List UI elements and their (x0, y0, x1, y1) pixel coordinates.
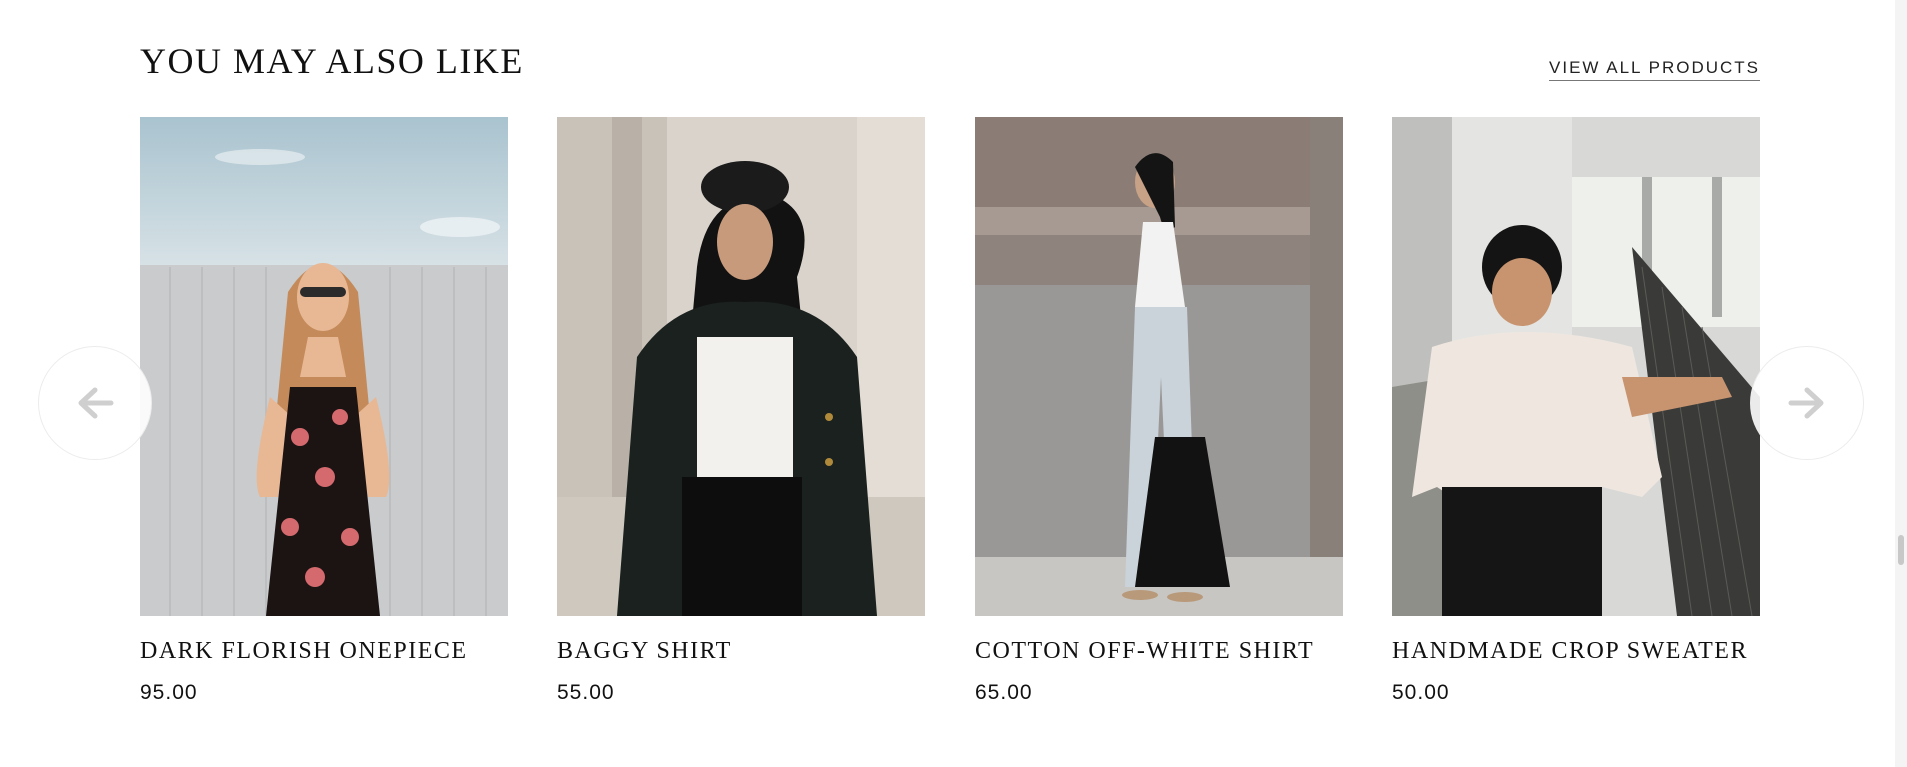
product-price: 95.00 (140, 681, 198, 704)
product-card[interactable]: BAGGY SHIRT 55.00 (557, 117, 925, 705)
product-image[interactable] (975, 117, 1343, 616)
section-title: YOU MAY ALSO LIKE (140, 41, 524, 81)
product-price: 50.00 (1392, 681, 1450, 704)
product-image[interactable] (557, 117, 925, 616)
page-scrollbar[interactable] (1895, 0, 1907, 767)
product-card[interactable]: HANDMADE CROP SWEATER 50.00 (1392, 117, 1760, 705)
product-price: 55.00 (557, 681, 615, 704)
product-name[interactable]: COTTON OFF-WHITE SHIRT (975, 638, 1343, 665)
product-image[interactable] (140, 117, 508, 616)
carousel-prev-button[interactable] (38, 346, 152, 460)
product-name[interactable]: BAGGY SHIRT (557, 638, 925, 665)
product-name[interactable]: HANDMADE CROP SWEATER (1392, 638, 1760, 665)
arrow-left-icon (78, 387, 114, 419)
product-card[interactable]: DARK FLORISH ONEPIECE 95.00 (140, 117, 508, 705)
view-all-products-link[interactable]: VIEW ALL PRODUCTS (1549, 58, 1760, 81)
carousel-next-button[interactable] (1750, 346, 1864, 460)
product-price: 65.00 (975, 681, 1033, 704)
product-card[interactable]: COTTON OFF-WHITE SHIRT 65.00 (975, 117, 1343, 705)
scrollbar-thumb[interactable] (1898, 535, 1904, 565)
arrow-right-icon (1788, 387, 1824, 419)
product-image[interactable] (1392, 117, 1760, 616)
product-name[interactable]: DARK FLORISH ONEPIECE (140, 638, 508, 665)
